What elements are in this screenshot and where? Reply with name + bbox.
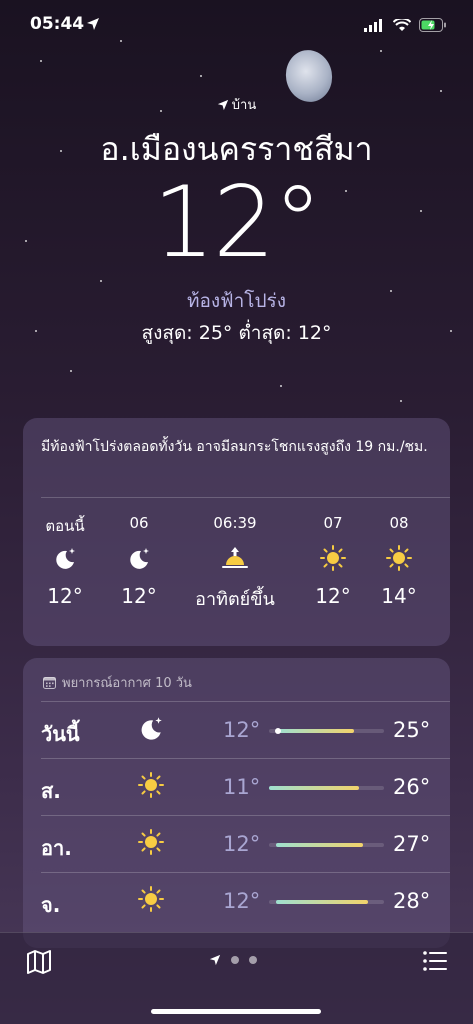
day-low: 12° — [223, 718, 261, 742]
ten-day-title: พยากรณ์อากาศ 10 วัน — [62, 676, 192, 691]
day-high: 27° — [393, 832, 431, 856]
hour-item: 08 14° — [365, 514, 433, 608]
hour-label: ตอนนี้ — [45, 517, 85, 535]
hour-temperature: 14° — [381, 584, 417, 608]
calendar-icon — [43, 677, 56, 689]
battery-charging-icon — [419, 17, 447, 36]
location-label: บ้าน — [0, 94, 473, 115]
sun-icon — [137, 771, 167, 801]
hour-item: 06:39 อาทิตย์ขึ้น — [181, 514, 289, 613]
hour-label: 06 — [129, 514, 149, 532]
forecast-summary: มีท้องฟ้าโปร่งตลอดทั้งวัน อาจมีลมกระโชกแ… — [41, 439, 428, 455]
page-dot[interactable] — [231, 956, 239, 964]
day-low: 11° — [223, 775, 261, 799]
hour-label: 08 — [389, 514, 409, 532]
temperature-range-fill — [275, 900, 368, 904]
day-high: 28° — [393, 889, 431, 913]
home-label: บ้าน — [231, 98, 257, 113]
day-row[interactable]: จ. 12° 28° — [23, 873, 450, 930]
status-time: 05:44 — [30, 14, 85, 34]
cellular-signal-icon — [364, 17, 384, 36]
day-name: วันนี้ — [41, 722, 80, 746]
current-condition: ท้องฟ้าโปร่ง — [186, 290, 287, 312]
divider — [41, 497, 450, 498]
location-arrow-icon — [86, 16, 100, 35]
day-high: 25° — [393, 718, 431, 742]
hour-item: 07 12° — [299, 514, 367, 608]
ten-day-header: พยากรณ์อากาศ 10 วัน — [43, 672, 192, 693]
temperature-range-fill — [275, 843, 364, 847]
high-low-temperature: สูงสุด: 25° ต่ำสุด: 12° — [141, 322, 332, 344]
location-arrow-icon — [209, 954, 221, 966]
current-temperature: 12° — [152, 166, 323, 280]
sun-icon — [137, 885, 167, 915]
day-row[interactable]: อา. 12° 27° — [23, 816, 450, 873]
sunrise-icon — [181, 536, 289, 580]
temperature-range-fill — [278, 729, 355, 733]
temperature-range-bar — [269, 728, 384, 734]
temperature-range-bar — [269, 843, 384, 847]
hour-label: 07 — [323, 514, 343, 532]
sun-icon — [137, 828, 167, 858]
location-arrow-icon — [217, 99, 228, 111]
wifi-icon — [392, 17, 412, 36]
day-row[interactable]: ส. 11° 26° — [23, 759, 450, 816]
hour-item: 06 12° — [105, 514, 173, 608]
hour-item: ตอนนี้ 12° — [31, 514, 99, 608]
sunrise-label: อาทิตย์ขึ้น — [195, 589, 275, 610]
page-dot[interactable] — [249, 956, 257, 964]
page-indicator[interactable] — [209, 954, 257, 966]
current-temperature-dot — [275, 728, 282, 734]
map-icon[interactable] — [26, 949, 52, 979]
day-name: ส. — [41, 779, 61, 803]
day-name: จ. — [41, 893, 61, 917]
status-bar: 05:44 — [0, 14, 473, 38]
moon-stars-icon — [105, 536, 173, 580]
day-name: อา. — [41, 836, 72, 860]
sun-icon — [365, 536, 433, 580]
moon-stars-icon — [31, 536, 99, 580]
hour-temperature: 12° — [121, 584, 157, 608]
temperature-range-bar — [269, 900, 384, 904]
day-low: 12° — [223, 832, 261, 856]
hourly-forecast-card[interactable]: มีท้องฟ้าโปร่งตลอดทั้งวัน อาจมีลมกระโชกแ… — [23, 418, 450, 646]
day-low: 12° — [223, 889, 261, 913]
temperature-range-fill — [269, 786, 359, 790]
hour-label: 06:39 — [213, 514, 257, 532]
sun-icon — [299, 536, 367, 580]
home-indicator[interactable] — [151, 1009, 321, 1014]
moon-stars-icon — [137, 714, 167, 744]
day-high: 26° — [393, 775, 431, 799]
temperature-range-bar — [269, 786, 384, 790]
hour-temperature: 12° — [47, 584, 83, 608]
ten-day-forecast-card[interactable]: พยากรณ์อากาศ 10 วัน วันนี้ 12° 25° ส. 11… — [23, 658, 450, 948]
hour-temperature: 12° — [315, 584, 351, 608]
day-row[interactable]: วันนี้ 12° 25° — [23, 702, 450, 759]
list-icon[interactable] — [422, 949, 448, 977]
